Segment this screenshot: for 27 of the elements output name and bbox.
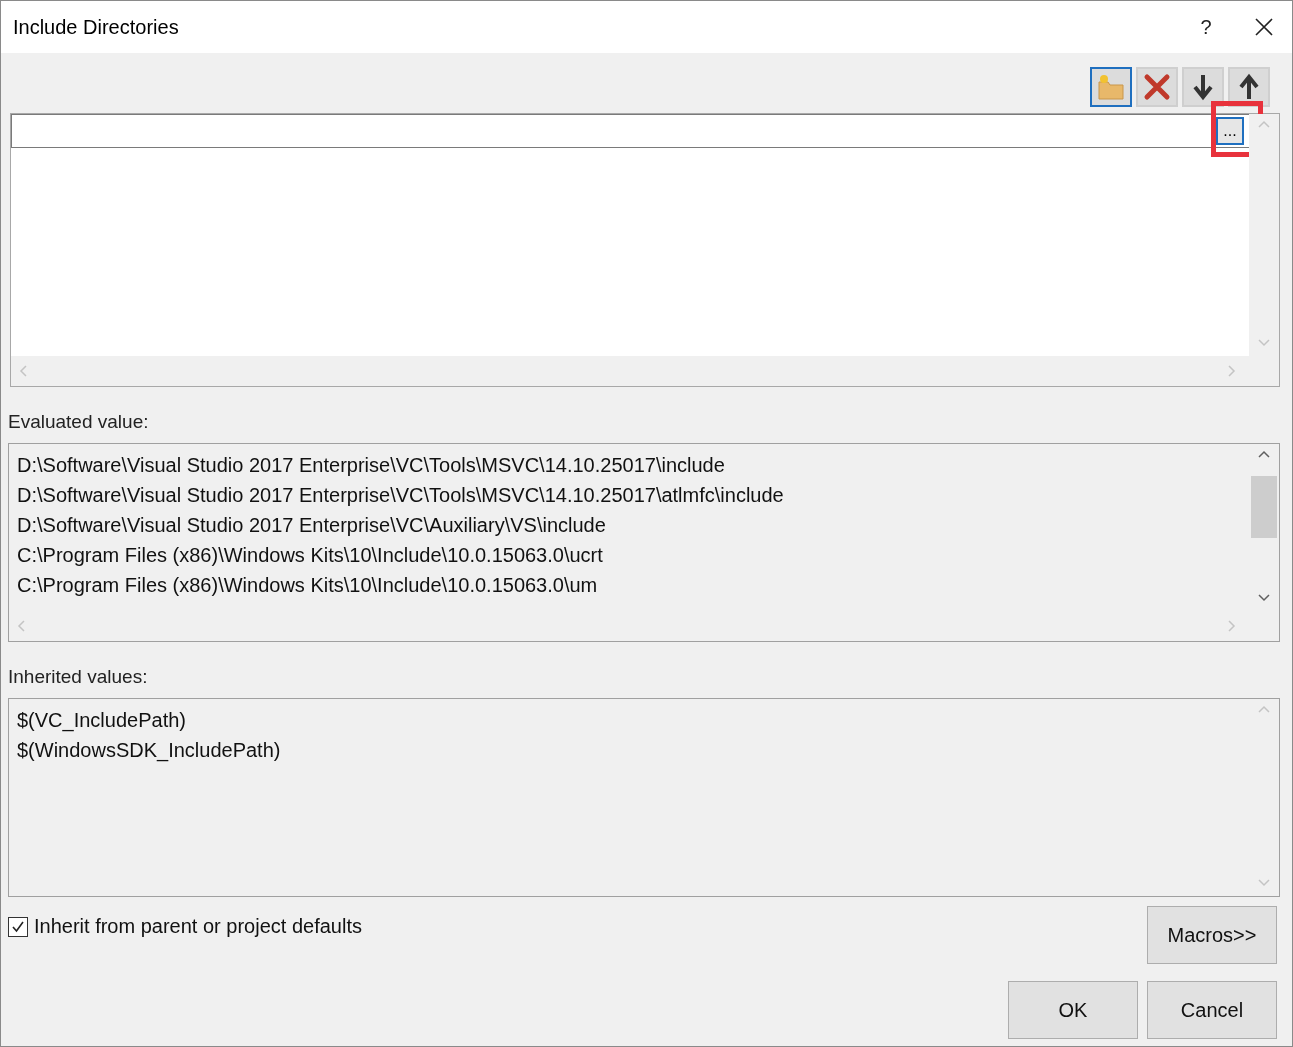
delete-icon [1143, 73, 1171, 101]
cancel-button[interactable]: Cancel [1147, 981, 1277, 1039]
path-line: $(WindowsSDK_IncludePath) [17, 738, 282, 764]
browse-button[interactable]: ... [1216, 117, 1244, 145]
path-line: D:\Software\Visual Studio 2017 Enterprise\VC\Auxiliary\VS\include [17, 513, 607, 538]
arrow-up-icon [1238, 73, 1260, 101]
inherited-values-label: Inherited values: [8, 666, 149, 688]
path-line: D:\Software\Visual Studio 2017 Enterprise\VC\Tools\MSVC\14.10.25017\include [17, 453, 726, 478]
help-button[interactable]: ? [1176, 1, 1236, 53]
ok-button[interactable]: OK [1008, 981, 1138, 1039]
close-icon[interactable] [1255, 18, 1273, 36]
window-title: Include Directories [13, 15, 180, 39]
new-folder-button[interactable] [1090, 67, 1132, 107]
path-line: D:\Software\Visual Studio 2017 Enterprise\VC\Tools\MSVC\14.10.25017\atlmfc\include [17, 483, 785, 508]
down-button[interactable] [1182, 67, 1224, 107]
directory-input-field[interactable] [11, 114, 1250, 148]
macros-button[interactable]: Macros>> [1147, 906, 1277, 964]
inherit-checkbox[interactable] [8, 916, 28, 937]
delete-button[interactable] [1136, 67, 1178, 107]
path-line: C:\Program Files (x86)\Windows Kits\10\Include\10.0.15063.0\um [17, 573, 599, 598]
evaluated-value-label: Evaluated value: [8, 411, 150, 433]
inherit-label: Inherit from parent or project defaults [34, 915, 362, 938]
arrow-down-icon [1192, 73, 1214, 101]
path-line: $(VC_IncludePath) [17, 708, 187, 734]
path-line: C:\Program Files (x86)\Windows Kits\10\Include\10.0.15063.0\ucrt [17, 543, 604, 568]
scroll-thumb[interactable] [1251, 476, 1277, 538]
new-folder-icon [1096, 72, 1126, 102]
